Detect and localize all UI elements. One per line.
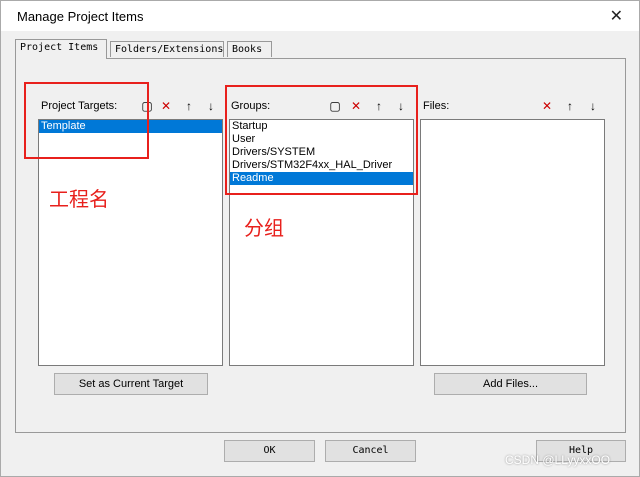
tab-books[interactable]: Books: [227, 41, 272, 57]
tab-folders-extensions[interactable]: Folders/Extensions: [110, 41, 224, 57]
annotation-group-note: 分组: [244, 216, 284, 240]
files-label: Files:: [423, 100, 450, 112]
window-title: Manage Project Items: [17, 9, 144, 24]
move-file-down-icon[interactable]: ↓: [585, 98, 601, 114]
move-target-up-icon[interactable]: ↑: [181, 98, 197, 114]
ok-button[interactable]: OK: [224, 440, 315, 462]
files-list[interactable]: [420, 119, 605, 366]
dialog-window: Manage Project Items ✕ Project Items Fol…: [0, 0, 640, 477]
annotation-box-targets: [24, 82, 149, 159]
cancel-button[interactable]: Cancel: [325, 440, 416, 462]
delete-target-icon[interactable]: ✕: [158, 98, 174, 114]
move-file-up-icon[interactable]: ↑: [562, 98, 578, 114]
watermark: CSDN @LLyyxxOO: [505, 453, 611, 467]
annotation-box-groups: [225, 85, 418, 195]
move-target-down-icon[interactable]: ↓: [203, 98, 219, 114]
annotation-target-note: 工程名: [49, 187, 109, 211]
close-icon[interactable]: ✕: [610, 6, 623, 26]
tab-project-items[interactable]: Project Items: [15, 39, 107, 59]
add-files-button[interactable]: Add Files...: [434, 373, 587, 395]
set-current-target-button[interactable]: Set as Current Target: [54, 373, 208, 395]
title-bar: Manage Project Items ✕: [1, 1, 639, 31]
delete-file-icon[interactable]: ✕: [539, 98, 555, 114]
